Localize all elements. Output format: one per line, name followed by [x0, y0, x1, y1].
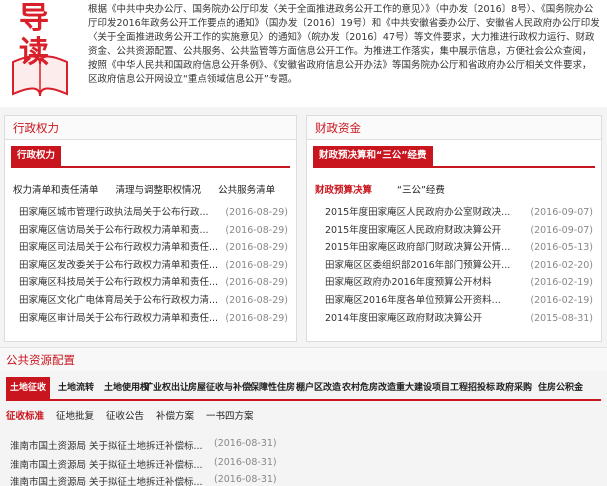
- list-item-title[interactable]: 淮南市国土资源局 关于拟征土地拆迁补偿标...: [10, 477, 203, 486]
- list-item[interactable]: 2015年田家庵区政府部门财政决算公开情... (2016-05-13): [307, 239, 601, 257]
- list-item-title[interactable]: 田家庵区司法局关于公布行政权力清单和责任...: [19, 239, 218, 257]
- list-item-date: (2016-05-13): [530, 242, 593, 254]
- tab-mining-rights[interactable]: 矿业权出让: [144, 377, 189, 399]
- list-item[interactable]: 田家庵区信访局关于公布行政权力清单和责... (2016-08-29): [5, 222, 296, 240]
- subtab-land-approval[interactable]: 征地批复: [56, 408, 94, 422]
- list-item[interactable]: 田家庵区2016年度各单位预算公开资料... (2016-02-19): [307, 292, 601, 310]
- list-item-title[interactable]: 2015年度田家庵区人民政府办公室财政决...: [325, 204, 510, 222]
- list-item-date: (2016-08-29): [225, 294, 288, 306]
- list-item-title[interactable]: 2014年度田家庵区政府财政决算公开: [325, 310, 482, 328]
- list-item[interactable]: 2015年度田家庵区人民政府办公室财政决... (2016-09-07): [307, 204, 601, 222]
- list-item-title[interactable]: 田家庵区科技局关于公布行政权力清单和责任...: [19, 274, 218, 292]
- list-item-date: (2016-08-29): [225, 259, 288, 271]
- tab-housing-compensation[interactable]: 房屋征收与补偿: [188, 377, 251, 399]
- tab-affordable-housing[interactable]: 保障性住房: [250, 377, 295, 399]
- list-item-date: (2016-08-29): [225, 277, 288, 289]
- news-list: 田家庵区城市管理行政执法局关于公布行政... (2016-08-29) 田家庵区信…: [5, 204, 296, 327]
- list-item[interactable]: 淮南市国土资源局 关于拟征土地拆迁补偿标... (2016-08-31): [10, 438, 277, 452]
- subtab-compensation-plan[interactable]: 补偿方案: [156, 408, 194, 422]
- subtab-budget-final[interactable]: 财政预算决算: [315, 185, 372, 196]
- list-item-date: (2016-08-29): [225, 207, 288, 218]
- list-item[interactable]: 田家庵区城市管理行政执法局关于公布行政... (2016-08-29): [5, 204, 296, 222]
- intro-logo: 导 读: [5, 2, 75, 100]
- list-item[interactable]: 田家庵区司法局关于公布行政权力清单和责任... (2016-08-29): [5, 239, 296, 257]
- tab-land-use-rights[interactable]: 土地使用权: [104, 377, 149, 399]
- list-item[interactable]: 淮南市国土资源局 关于拟征土地拆迁补偿标... (2016-08-31): [10, 474, 277, 486]
- panel-title: 财政资金: [307, 116, 601, 140]
- list-item[interactable]: 田家庵区文化广电体育局关于公布行政权力清... (2016-08-29): [5, 292, 296, 310]
- list-item[interactable]: 2014年度田家庵区政府财政决算公开 (2015-08-31): [307, 310, 601, 328]
- subtab-bar: 权力清单和责任清单 清理与调整职权情况 公共服务清单: [13, 182, 289, 196]
- list-item[interactable]: 淮南市国土资源局 关于拟征土地拆迁补偿标... (2016-08-31): [10, 457, 277, 471]
- subtab-acquisition-notice[interactable]: 征收公告: [106, 408, 144, 422]
- list-item-title[interactable]: 田家庵区审计局关于公布行政权力清单和责任...: [19, 310, 218, 328]
- tab-major-projects[interactable]: 重大建设项目: [396, 377, 450, 399]
- subtab-power-adjustment[interactable]: 清理与调整职权情况: [116, 185, 202, 196]
- tab-rural-housing[interactable]: 农村危房改造: [342, 377, 396, 399]
- list-item-title[interactable]: 淮南市国土资源局 关于拟征土地拆迁补偿标...: [10, 460, 203, 471]
- list-item[interactable]: 田家庵区审计局关于公布行政权力清单和责任... (2016-08-29): [5, 310, 296, 328]
- section-title-public-resources: 公共资源配置: [0, 347, 607, 371]
- panel-fiscal-funds: 财政资金 财政预决算和“三公”经费 财政预算决算 “三公”经费 2015年度田家…: [306, 115, 602, 342]
- list-item-date: (2016-08-29): [225, 242, 288, 254]
- list-item-date: (2016-02-19): [530, 277, 593, 289]
- list-item-date: (2016-08-29): [225, 312, 288, 324]
- subtab-three-public[interactable]: “三公”经费: [397, 185, 445, 196]
- intro-text: 根据《中共中央办公厅、国务院办公厅印发〈关于全面推进政务公开工作的意见〉》（中办…: [88, 4, 600, 85]
- list-item-title[interactable]: 田家庵区区委组织部2016年部门预算公开...: [325, 257, 510, 275]
- list-item-title[interactable]: 2015年度田家庵区人民政府财政决算公开: [325, 222, 501, 240]
- list-item-date: (2016-08-31): [214, 438, 277, 449]
- tab-bar: 行政权力: [11, 146, 290, 168]
- subtab-power-list[interactable]: 权力清单和责任清单: [13, 185, 99, 196]
- list-item-date: (2015-08-31): [530, 312, 593, 324]
- intro-logo-char-1: 导: [19, 1, 49, 36]
- tab-land-acquisition[interactable]: 土地征收: [6, 377, 51, 399]
- subtab-acquisition-standard[interactable]: 征收标准: [6, 408, 44, 422]
- tab-land-transfer[interactable]: 土地流转: [58, 377, 94, 399]
- list-item-date: (2016-09-07): [530, 224, 593, 236]
- tab-government-procurement[interactable]: 政府采购: [496, 377, 532, 399]
- list-item-date: (2016-09-07): [530, 207, 593, 218]
- intro-section: 导 读 根据《中共中央办公厅、国务院办公厅印发〈关于全面推进政务公开工作的意见〉…: [0, 0, 607, 107]
- tab-shantytown-renovation[interactable]: 棚户区改造: [296, 377, 341, 399]
- list-item-title[interactable]: 田家庵区发改委关于公布行政权力清单和责任...: [19, 257, 218, 275]
- list-item[interactable]: 田家庵区区委组织部2016年部门预算公开... (2016-02-20): [307, 257, 601, 275]
- list-item-date: (2016-08-31): [214, 457, 277, 468]
- tab-budget-three-public[interactable]: 财政预决算和“三公”经费: [313, 146, 433, 166]
- news-list: 2015年度田家庵区人民政府办公室财政决... (2016-09-07) 2015…: [307, 204, 601, 327]
- tab-bar: 财政预决算和“三公”经费: [313, 146, 595, 168]
- list-item[interactable]: 田家庵区科技局关于公布行政权力清单和责任... (2016-08-29): [5, 274, 296, 292]
- list-item[interactable]: 田家庵区发改委关于公布行政权力清单和责任... (2016-08-29): [5, 257, 296, 275]
- list-item-title[interactable]: 田家庵区城市管理行政执法局关于公布行政...: [19, 204, 209, 222]
- panel-administrative-power: 行政权力 行政权力 权力清单和责任清单 清理与调整职权情况 公共服务清单 田家庵…: [4, 115, 297, 342]
- list-item-date: (2016-02-19): [530, 294, 593, 306]
- intro-logo-char-2: 读: [19, 35, 49, 70]
- tab-bar-public-resources: 土地征收 土地流转 土地使用权 矿业权出让 房屋征收与补偿 保障性住房 棚户区改…: [6, 377, 601, 401]
- tab-administrative-power[interactable]: 行政权力: [11, 146, 62, 166]
- list-item-title[interactable]: 2015年田家庵区政府部门财政决算公开情...: [325, 239, 510, 257]
- list-item[interactable]: 2015年度田家庵区人民政府财政决算公开 (2016-09-07): [307, 222, 601, 240]
- subtab-one-book-four-plans[interactable]: 一书四方案: [206, 408, 254, 422]
- list-item[interactable]: 田家庵区政府办2016年度预算公开材料 (2016-02-19): [307, 274, 601, 292]
- list-item-title[interactable]: 田家庵区2016年度各单位预算公开资料...: [325, 292, 501, 310]
- list-item-date: (2016-02-20): [530, 259, 593, 271]
- list-item-date: (2016-08-29): [225, 224, 288, 236]
- tab-bidding[interactable]: 工程招投标: [450, 377, 495, 399]
- list-item-title[interactable]: 田家庵区文化广电体育局关于公布行政权力清...: [19, 292, 218, 310]
- subtab-bar: 财政预算决算 “三公”经费: [315, 182, 459, 196]
- list-item-date: (2016-08-31): [214, 474, 277, 485]
- list-item-title[interactable]: 田家庵区政府办2016年度预算公开材料: [325, 274, 492, 292]
- subtab-public-service-list[interactable]: 公共服务清单: [218, 185, 275, 196]
- tab-housing-fund[interactable]: 住房公积金: [538, 377, 583, 399]
- list-item-title[interactable]: 淮南市国土资源局 关于拟征土地拆迁补偿标...: [10, 441, 203, 452]
- panel-title: 行政权力: [5, 116, 296, 140]
- list-item-title[interactable]: 田家庵区信访局关于公布行政权力清单和责...: [19, 222, 209, 240]
